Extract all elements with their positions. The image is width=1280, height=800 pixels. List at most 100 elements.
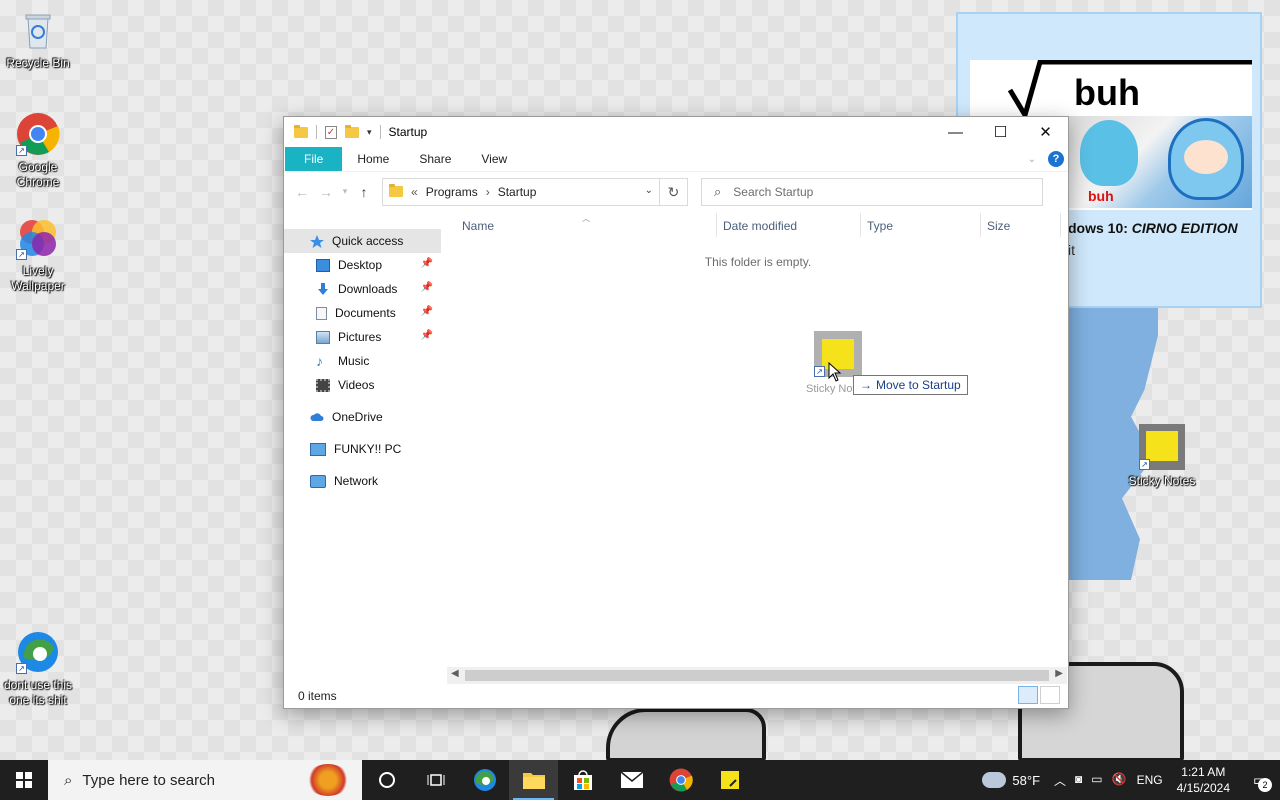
title-bar[interactable]: ✓ ▾ Startup — ☐ ✕: [284, 117, 1068, 147]
tab-home[interactable]: Home: [342, 147, 404, 171]
scroll-left-arrow-icon[interactable]: ◀: [451, 668, 459, 679]
maximize-button[interactable]: ☐: [978, 117, 1023, 147]
nav-item-music[interactable]: ♪ Music: [284, 349, 441, 373]
wallpaper-boot-art: [606, 708, 766, 762]
item-count: 0 items: [298, 689, 337, 703]
tray-icons: ︿ ◙ ▭ 🔇: [1054, 772, 1127, 789]
large-icons-view-button[interactable]: [1040, 686, 1060, 704]
clock[interactable]: 1:21 AM 4/15/2024: [1177, 764, 1230, 796]
input-language[interactable]: ENG: [1137, 773, 1163, 787]
cloud-icon: [310, 411, 324, 424]
taskbar-sticky-notes[interactable]: [705, 760, 754, 800]
taskbar-file-explorer[interactable]: [509, 760, 558, 800]
details-view-button[interactable]: [1018, 686, 1038, 704]
desktop-icon-label: dont use this one its shit: [3, 678, 73, 707]
scroll-right-arrow-icon[interactable]: ▶: [1055, 668, 1063, 679]
pin-icon[interactable]: 📌: [421, 306, 433, 317]
notification-count-badge: 2: [1258, 778, 1272, 792]
wallpaper-caption-line2: it: [1068, 242, 1075, 258]
pin-icon[interactable]: 📌: [421, 282, 433, 293]
desktop-icon-google-chrome[interactable]: ↗ Google Chrome: [0, 112, 76, 190]
caption-emphasis: CIRNO EDITION: [1131, 220, 1238, 236]
desktop-icon-recycle-bin[interactable]: Recycle Bin: [0, 8, 76, 71]
file-list[interactable]: ︿ Name Date modified Type Size This fold…: [447, 213, 1068, 676]
store-icon: [573, 770, 592, 790]
horizontal-scrollbar[interactable]: ◀ ▶: [447, 667, 1067, 684]
edge-icon: [473, 769, 496, 791]
expand-ribbon-chevron-icon[interactable]: ⌄: [1028, 154, 1036, 165]
nav-item-label: Downloads: [338, 282, 398, 296]
help-icon[interactable]: ?: [1048, 151, 1064, 167]
breadcrumb-programs[interactable]: Programs: [426, 185, 478, 199]
network-icon[interactable]: ▭: [1091, 772, 1102, 789]
breadcrumb-overflow[interactable]: «: [411, 185, 418, 199]
column-divider[interactable]: [716, 213, 717, 237]
column-name[interactable]: Name: [462, 219, 494, 233]
nav-item-pictures[interactable]: Pictures 📌: [284, 325, 441, 349]
close-button[interactable]: ✕: [1023, 117, 1068, 147]
download-icon: [316, 282, 330, 296]
minimize-button[interactable]: —: [933, 117, 978, 147]
search-icon: ⌕: [64, 771, 73, 789]
cortana-button[interactable]: [362, 760, 411, 800]
column-date-modified[interactable]: Date modified: [723, 219, 797, 233]
column-size[interactable]: Size: [987, 219, 1010, 233]
pin-icon[interactable]: 📌: [421, 330, 433, 341]
column-divider[interactable]: [980, 213, 981, 237]
nav-item-quick-access[interactable]: Quick access: [284, 229, 441, 253]
nav-item-onedrive[interactable]: OneDrive: [284, 405, 441, 429]
start-button[interactable]: [0, 760, 48, 800]
webcam-icon[interactable]: ◙: [1075, 772, 1082, 789]
nav-item-videos[interactable]: Videos: [284, 373, 441, 397]
column-divider[interactable]: [860, 213, 861, 237]
star-icon: [310, 234, 324, 248]
taskbar-search-placeholder: Type here to search: [82, 771, 215, 789]
nav-item-label: Documents: [335, 306, 396, 320]
address-bar[interactable]: « Programs › Startup ⌄: [382, 177, 660, 206]
nav-item-this-pc[interactable]: FUNKY!! PC: [284, 437, 441, 461]
tab-view[interactable]: View: [466, 147, 522, 171]
taskbar-search-box[interactable]: ⌕ Type here to search: [48, 760, 362, 800]
taskbar-chrome[interactable]: [656, 760, 705, 800]
scrollbar-thumb[interactable]: [465, 670, 1049, 681]
desktop-icon-lively-wallpaper[interactable]: ↗ Lively Wallpaper: [0, 216, 76, 294]
nav-item-documents[interactable]: Documents 📌: [284, 301, 441, 325]
nav-item-network[interactable]: Network: [284, 469, 441, 493]
nav-item-downloads[interactable]: Downloads 📌: [284, 277, 441, 301]
tab-share[interactable]: Share: [404, 147, 466, 171]
address-dropdown-chevron-icon[interactable]: ⌄: [645, 185, 653, 196]
column-divider[interactable]: [1060, 213, 1061, 237]
properties-icon[interactable]: ✓: [325, 125, 337, 139]
pin-icon[interactable]: 📌: [421, 258, 433, 269]
up-button[interactable]: ↑: [352, 184, 376, 200]
empty-folder-message: This folder is empty.: [704, 255, 812, 269]
task-view-button[interactable]: [411, 760, 460, 800]
notification-center-button[interactable]: ▭ 2: [1240, 760, 1280, 800]
column-type[interactable]: Type: [867, 219, 893, 233]
nav-item-desktop[interactable]: Desktop 📌: [284, 253, 441, 277]
sticky-notes-icon: ↗: [1139, 424, 1185, 470]
desktop-icon-sticky-notes[interactable]: ↗ Sticky Notes: [1124, 424, 1200, 489]
customize-toolbar-chevron-icon[interactable]: ▾: [367, 127, 372, 138]
desktop-icon-edge[interactable]: ↗ dont use this one its shit: [0, 630, 76, 708]
search-input[interactable]: ⌕ Search Startup: [701, 177, 1043, 206]
quick-access-toolbar: ✓ ▾: [284, 124, 381, 139]
show-hidden-icons-chevron-icon[interactable]: ︿: [1054, 772, 1066, 789]
new-folder-icon[interactable]: [345, 124, 359, 138]
forward-button[interactable]: →: [314, 184, 338, 200]
tab-file[interactable]: File: [285, 147, 343, 171]
back-button[interactable]: ←: [290, 184, 314, 200]
taskbar-microsoft-store[interactable]: [558, 760, 607, 800]
search-highlight-icon[interactable]: [306, 764, 350, 796]
taskbar-edge[interactable]: [460, 760, 509, 800]
file-explorer-window[interactable]: ✓ ▾ Startup — ☐ ✕ File Home Share View ⌄…: [283, 116, 1069, 709]
breadcrumb-startup[interactable]: Startup: [498, 185, 537, 199]
recent-locations-chevron-icon[interactable]: ▾: [338, 186, 352, 197]
weather-widget[interactable]: 58°F: [978, 766, 1040, 788]
sticky-notes-icon: [720, 771, 739, 789]
taskbar-mail[interactable]: [607, 760, 656, 800]
breadcrumb-separator[interactable]: ›: [486, 185, 490, 199]
volume-muted-icon[interactable]: 🔇: [1112, 772, 1127, 789]
refresh-button[interactable]: ↻: [660, 177, 688, 206]
shortcut-arrow-icon: ↗: [16, 145, 27, 156]
